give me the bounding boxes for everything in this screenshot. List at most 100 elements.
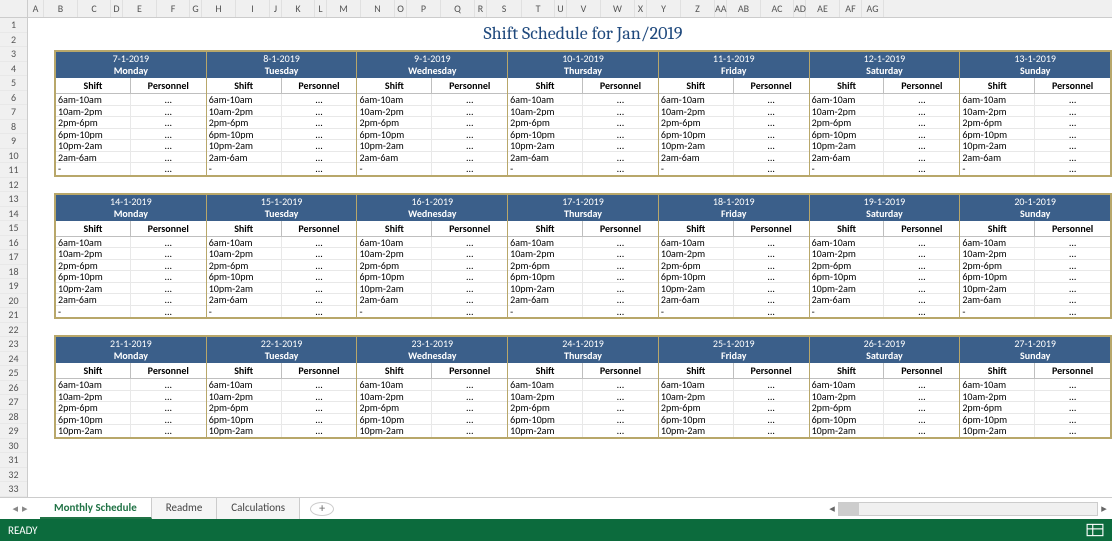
shift-time-cell[interactable]: 2am-6am — [659, 294, 734, 305]
shift-row[interactable]: 6pm-10pm... — [960, 414, 1110, 426]
shift-time-cell[interactable]: 2pm-6pm — [508, 117, 583, 128]
shift-row[interactable]: 6pm-10pm... — [56, 414, 206, 426]
select-all-cell[interactable] — [0, 0, 28, 17]
row-header-12[interactable]: 12 — [0, 178, 27, 193]
shift-row[interactable]: 2am-6am... — [508, 152, 658, 164]
shift-row[interactable]: 10am-2pm... — [56, 106, 206, 118]
personnel-cell[interactable]: ... — [131, 129, 206, 140]
shift-row[interactable]: -... — [56, 306, 206, 318]
personnel-cell[interactable]: ... — [432, 391, 507, 402]
shift-row[interactable]: 6am-10am... — [357, 379, 507, 391]
shift-time-cell[interactable]: 2am-6am — [357, 294, 432, 305]
personnel-cell[interactable]: ... — [131, 260, 206, 271]
shift-row[interactable]: 2pm-6pm... — [810, 402, 960, 414]
shift-time-cell[interactable]: 2am-6am — [508, 294, 583, 305]
shift-row[interactable]: 10pm-2am... — [810, 283, 960, 295]
scroll-left-icon[interactable]: ◂ — [825, 503, 839, 515]
row-header-16[interactable]: 16 — [0, 236, 27, 251]
shift-time-cell[interactable]: 6pm-10pm — [960, 414, 1035, 425]
personnel-cell[interactable]: ... — [282, 163, 357, 175]
shift-row[interactable]: 2pm-6pm... — [357, 117, 507, 129]
personnel-cell[interactable]: ... — [884, 271, 959, 282]
shift-row[interactable]: 6pm-10pm... — [810, 271, 960, 283]
column-header-V[interactable]: V — [567, 0, 601, 17]
shift-row[interactable]: 6pm-10pm... — [56, 129, 206, 141]
shift-row[interactable]: -... — [810, 306, 960, 318]
shift-row[interactable]: -... — [659, 163, 809, 175]
personnel-cell[interactable]: ... — [884, 248, 959, 259]
shift-time-cell[interactable]: 10am-2pm — [357, 248, 432, 259]
personnel-cell[interactable]: ... — [282, 306, 357, 318]
shift-time-cell[interactable]: 6am-10am — [659, 379, 734, 390]
personnel-cell[interactable]: ... — [734, 117, 809, 128]
personnel-cell[interactable]: ... — [131, 294, 206, 305]
personnel-cell[interactable]: ... — [131, 106, 206, 117]
column-header-O[interactable]: O — [395, 0, 407, 17]
shift-time-cell[interactable]: 6pm-10pm — [56, 271, 131, 282]
row-header-3[interactable]: 3 — [0, 47, 27, 62]
shift-time-cell[interactable]: 10am-2pm — [810, 106, 885, 117]
personnel-cell[interactable]: ... — [583, 94, 658, 105]
row-header-27[interactable]: 27 — [0, 395, 27, 410]
personnel-cell[interactable]: ... — [583, 260, 658, 271]
shift-time-cell[interactable]: 10am-2pm — [207, 391, 282, 402]
shift-row[interactable]: 10pm-2am... — [207, 425, 357, 437]
shift-row[interactable]: 6pm-10pm... — [659, 271, 809, 283]
personnel-cell[interactable]: ... — [432, 94, 507, 105]
personnel-cell[interactable]: ... — [131, 163, 206, 175]
personnel-cell[interactable]: ... — [583, 248, 658, 259]
personnel-cell[interactable]: ... — [884, 163, 959, 175]
shift-time-cell[interactable]: 2pm-6pm — [960, 402, 1035, 413]
row-header-15[interactable]: 15 — [0, 221, 27, 236]
shift-row[interactable]: 10am-2pm... — [56, 248, 206, 260]
shift-time-cell[interactable]: - — [207, 163, 282, 175]
personnel-cell[interactable]: ... — [884, 425, 959, 437]
shift-row[interactable]: 2pm-6pm... — [56, 260, 206, 272]
shift-row[interactable]: 2pm-6pm... — [508, 402, 658, 414]
personnel-cell[interactable]: ... — [432, 379, 507, 390]
shift-time-cell[interactable]: 6am-10am — [56, 379, 131, 390]
row-header-8[interactable]: 8 — [0, 120, 27, 135]
personnel-cell[interactable]: ... — [583, 402, 658, 413]
shift-row[interactable]: 10pm-2am... — [207, 140, 357, 152]
shift-row[interactable]: 10pm-2am... — [508, 283, 658, 295]
column-header-AE[interactable]: AE — [806, 0, 840, 17]
shift-time-cell[interactable]: 6pm-10pm — [357, 414, 432, 425]
shift-time-cell[interactable]: 6pm-10pm — [508, 271, 583, 282]
shift-time-cell[interactable]: 6am-10am — [357, 237, 432, 248]
row-header-7[interactable]: 7 — [0, 105, 27, 120]
shift-row[interactable]: 2pm-6pm... — [508, 260, 658, 272]
personnel-cell[interactable]: ... — [432, 117, 507, 128]
shift-row[interactable]: -... — [508, 306, 658, 318]
shift-time-cell[interactable]: 6am-10am — [810, 379, 885, 390]
shift-row[interactable]: -... — [508, 163, 658, 175]
shift-time-cell[interactable]: - — [810, 163, 885, 175]
personnel-cell[interactable]: ... — [282, 271, 357, 282]
shift-row[interactable]: 10pm-2am... — [659, 425, 809, 437]
column-header-S[interactable]: S — [487, 0, 522, 17]
personnel-cell[interactable]: ... — [432, 140, 507, 151]
shift-time-cell[interactable]: 2pm-6pm — [810, 117, 885, 128]
shift-time-cell[interactable]: - — [357, 306, 432, 318]
column-header-E[interactable]: E — [123, 0, 157, 17]
personnel-cell[interactable]: ... — [1035, 237, 1110, 248]
shift-time-cell[interactable]: 10am-2pm — [357, 106, 432, 117]
personnel-cell[interactable]: ... — [282, 391, 357, 402]
personnel-cell[interactable]: ... — [884, 391, 959, 402]
shift-row[interactable]: 6am-10am... — [56, 94, 206, 106]
column-header-L[interactable]: L — [315, 0, 327, 17]
row-header-29[interactable]: 29 — [0, 424, 27, 439]
row-header-9[interactable]: 9 — [0, 134, 27, 149]
shift-time-cell[interactable]: 10pm-2am — [810, 140, 885, 151]
shift-time-cell[interactable]: 6am-10am — [810, 94, 885, 105]
column-header-F[interactable]: F — [157, 0, 190, 17]
row-header-24[interactable]: 24 — [0, 352, 27, 367]
personnel-cell[interactable]: ... — [734, 260, 809, 271]
shift-row[interactable]: 10am-2pm... — [357, 106, 507, 118]
shift-row[interactable]: 6am-10am... — [508, 379, 658, 391]
shift-time-cell[interactable]: - — [357, 163, 432, 175]
shift-time-cell[interactable]: 6pm-10pm — [659, 129, 734, 140]
shift-time-cell[interactable]: 6am-10am — [960, 237, 1035, 248]
column-header-H[interactable]: H — [202, 0, 236, 17]
personnel-cell[interactable]: ... — [282, 117, 357, 128]
